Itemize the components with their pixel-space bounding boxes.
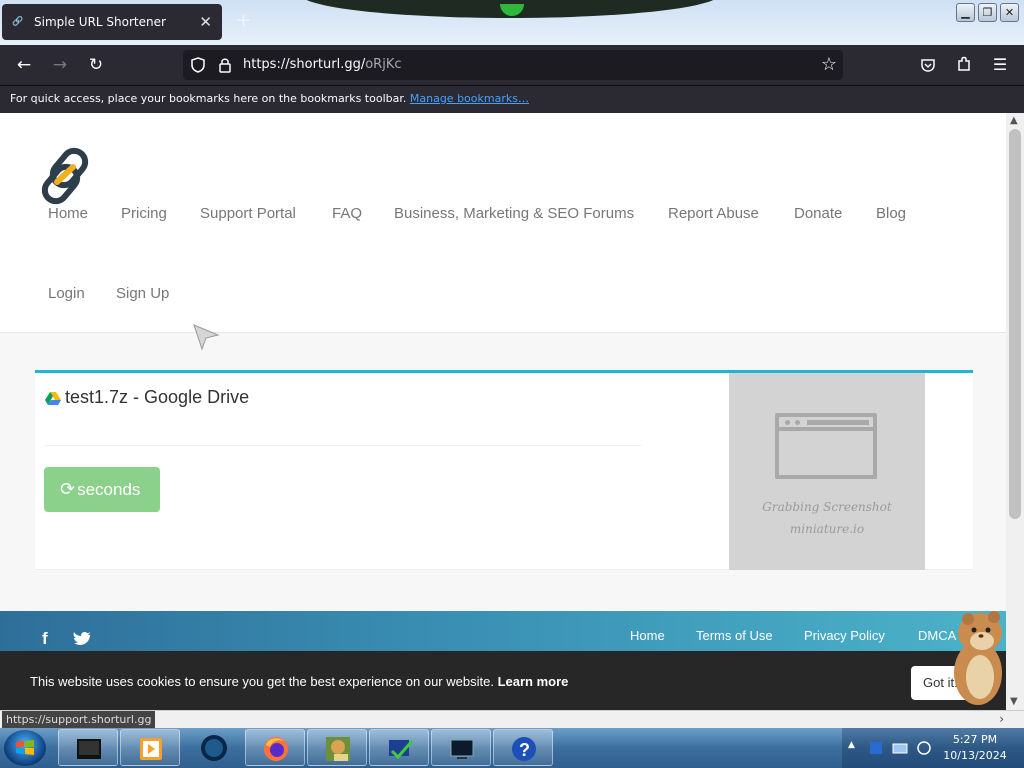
- close-window-button[interactable]: ✕: [1000, 3, 1019, 22]
- nav-support-portal[interactable]: Support Portal: [200, 205, 296, 222]
- tracking-shield-icon[interactable]: [191, 57, 205, 73]
- nav-faq[interactable]: FAQ: [332, 205, 362, 222]
- clock[interactable]: 5:27 PM 10/13/2024: [940, 732, 1010, 764]
- taskbar-app-6[interactable]: [369, 729, 429, 766]
- cookie-banner: This website uses cookies to ensure you …: [0, 651, 1006, 710]
- cookie-message: This website uses cookies to ensure you …: [30, 674, 569, 689]
- media-player-icon: [140, 738, 162, 760]
- menu-hamburger-icon[interactable]: ☰: [988, 53, 1012, 77]
- learn-more-link[interactable]: Learn more: [498, 674, 569, 689]
- minimize-button[interactable]: ▁: [956, 3, 975, 22]
- footer-home-link[interactable]: Home: [630, 628, 665, 643]
- taskbar-firefox[interactable]: [245, 729, 305, 766]
- nav-login[interactable]: Login: [48, 285, 85, 302]
- pocket-icon[interactable]: [920, 57, 936, 73]
- url-text: https://shorturl.gg/oRjKc: [243, 57, 402, 72]
- bookmarks-hint: For quick access, place your bookmarks h…: [10, 92, 407, 105]
- windows-logo-icon: [16, 740, 34, 755]
- nav-pricing[interactable]: Pricing: [121, 205, 167, 222]
- navigation-toolbar: ← → ↻ https://shorturl.gg/oRjKc ☆ ☰: [0, 45, 1024, 85]
- start-button[interactable]: [4, 730, 46, 766]
- footer-privacy-link[interactable]: Privacy Policy: [804, 628, 885, 643]
- countdown-button[interactable]: ⟳ seconds: [44, 467, 160, 512]
- screenshot-provider: miniature.io: [789, 522, 865, 536]
- monitor-app-icon: [77, 739, 101, 759]
- scroll-up-arrow-icon[interactable]: ▲: [1010, 115, 1018, 126]
- taskbar-app-1[interactable]: [58, 729, 118, 766]
- scroll-down-arrow-icon[interactable]: ▼: [1010, 696, 1018, 707]
- mouse-cursor-icon: [193, 324, 220, 351]
- google-drive-icon: [45, 391, 61, 405]
- facebook-icon[interactable]: f: [42, 629, 48, 649]
- screenshot-placeholder: Grabbing Screenshot miniature.io: [729, 373, 925, 570]
- task-manager-icon: [389, 740, 414, 760]
- status-bar: https://support.shorturl.gg ›: [0, 710, 1024, 728]
- address-bar[interactable]: https://shorturl.gg/oRjKc ☆: [183, 50, 843, 80]
- taskbar-app-7[interactable]: [431, 729, 491, 766]
- globe-app-icon: [201, 735, 227, 761]
- twitter-icon[interactable]: [73, 632, 92, 648]
- screenshot-caption: Grabbing Screenshot: [762, 500, 892, 514]
- tray-app-icon[interactable]: [868, 740, 884, 756]
- bookmark-star-icon[interactable]: ☆: [821, 54, 837, 75]
- nav-home[interactable]: Home: [48, 205, 88, 222]
- nav-donate[interactable]: Donate: [794, 205, 842, 222]
- vertical-scrollbar[interactable]: ▲ ▼: [1006, 113, 1024, 710]
- taskbar-app-2[interactable]: [120, 729, 180, 766]
- redirect-card: test1.7z - Google Drive ⟳ seconds Grabbi…: [35, 370, 973, 570]
- bookmarks-toolbar: For quick access, place your bookmarks h…: [0, 85, 1024, 113]
- divider: [45, 445, 641, 446]
- nav-blog[interactable]: Blog: [876, 205, 906, 222]
- scrollbar-thumb[interactable]: [1009, 129, 1021, 519]
- site-header: Home Pricing Support Portal FAQ Business…: [0, 113, 1006, 351]
- taskbar-app-3[interactable]: [184, 729, 244, 766]
- tab-close-icon[interactable]: ✕: [199, 13, 212, 31]
- browser-window-icon: [775, 413, 877, 479]
- taskbar-help[interactable]: ?: [493, 729, 553, 766]
- display-app-icon: [450, 739, 474, 759]
- restore-button[interactable]: ❐: [978, 3, 997, 22]
- reload-icon[interactable]: ↻: [84, 53, 108, 77]
- lock-icon[interactable]: [219, 57, 231, 73]
- box-app-icon: [326, 737, 350, 761]
- site-favicon-icon: 🔗: [12, 17, 24, 27]
- taskbar-app-5[interactable]: [307, 729, 367, 766]
- clock-date: 10/13/2024: [943, 749, 1007, 762]
- footer-terms-link[interactable]: Terms of Use: [696, 628, 773, 643]
- nav-report-abuse[interactable]: Report Abuse: [668, 205, 759, 222]
- tray-expand-icon[interactable]: ▲: [848, 740, 855, 750]
- back-arrow-icon[interactable]: ←: [12, 53, 36, 77]
- hamster-mascot-icon: [954, 611, 1002, 705]
- taskbar: ? ▲ 5:27 PM 10/13/2024: [0, 728, 1024, 768]
- svg-text:?: ?: [519, 740, 530, 760]
- chain-link-logo-icon[interactable]: [36, 145, 96, 205]
- tab-active[interactable]: 🔗 Simple URL Shortener ✕: [2, 4, 222, 40]
- clock-time: 5:27 PM: [952, 733, 998, 746]
- help-icon: ?: [512, 737, 536, 761]
- firefox-icon: [264, 737, 288, 761]
- new-tab-button[interactable]: +: [236, 10, 251, 31]
- nav-sign-up[interactable]: Sign Up: [116, 285, 169, 302]
- scroll-right-arrow-icon[interactable]: ›: [999, 712, 1004, 726]
- file-heading: test1.7z - Google Drive: [45, 387, 249, 408]
- network-icon[interactable]: [892, 740, 908, 756]
- extensions-icon[interactable]: [956, 56, 972, 73]
- countdown-label: seconds: [77, 479, 141, 499]
- volume-icon[interactable]: [916, 740, 932, 756]
- link-preview: https://support.shorturl.gg: [2, 711, 156, 728]
- tab-strip: 🔗 Simple URL Shortener ✕ + ▁ ❐ ✕: [0, 0, 1024, 45]
- file-title: test1.7z - Google Drive: [65, 387, 250, 407]
- nav-forums[interactable]: Business, Marketing & SEO Forums: [394, 205, 634, 222]
- refresh-spinner-icon: ⟳: [60, 479, 76, 499]
- manage-bookmarks-link[interactable]: Manage bookmarks…: [410, 92, 529, 105]
- web-page: Home Pricing Support Portal FAQ Business…: [0, 113, 1006, 710]
- tab-title: Simple URL Shortener: [34, 15, 166, 29]
- forward-arrow-icon[interactable]: →: [48, 53, 72, 77]
